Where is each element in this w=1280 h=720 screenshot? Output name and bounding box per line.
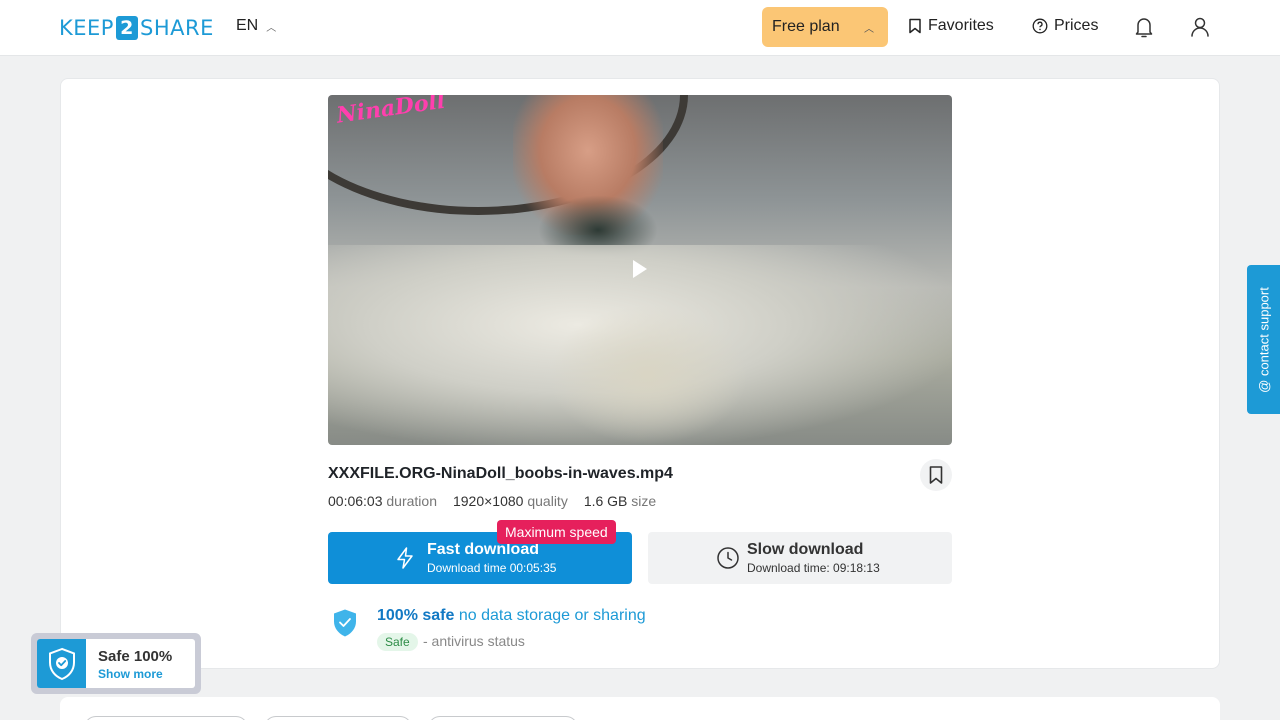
play-icon[interactable] (633, 260, 647, 278)
antivirus-badge: Safe (377, 633, 418, 651)
slow-download-button[interactable]: Slow download Download time: 09:18:13 (648, 532, 952, 584)
contact-support-tab[interactable]: @ contact support (1247, 265, 1280, 414)
duration-meta: 00:06:03 duration (328, 493, 437, 509)
shield-check-icon (37, 639, 86, 688)
video-preview[interactable]: NinaDoll (328, 95, 952, 445)
bookmark-icon (929, 466, 943, 484)
prices-link[interactable]: Prices (1032, 17, 1098, 35)
quality-value: 1920×1080 (452, 493, 524, 509)
quality-label: quality (527, 493, 568, 509)
lightning-icon (397, 547, 413, 569)
max-speed-badge: Maximum speed (497, 520, 616, 544)
antivirus-status: - antivirus status (423, 633, 525, 649)
contact-support-label: @ contact support (1256, 286, 1271, 393)
logo[interactable]: KEEP 2 SHARE (59, 15, 214, 41)
show-more-link[interactable]: Show more (98, 667, 163, 681)
safe-widget-title: Safe 100% (98, 648, 173, 665)
file-meta: 00:06:03 duration 1920×1080 quality 1.6 … (328, 493, 656, 509)
help-circle-icon (1032, 18, 1048, 34)
size-label: size (631, 493, 657, 509)
top-header: KEEP 2 SHARE EN ︿ Free plan ︿ Favorites … (0, 0, 1280, 56)
language-selector[interactable]: EN ︿ (236, 17, 276, 35)
logo-right-text: SHARE (139, 16, 214, 40)
clock-icon (717, 547, 739, 569)
video-scene (548, 305, 748, 445)
safety-title-rest: no data storage or sharing (458, 607, 646, 624)
slow-download-label: Slow download (747, 541, 864, 558)
quality-meta: 1920×1080 quality (453, 493, 568, 509)
logo-number: 2 (115, 16, 138, 40)
tab-pill[interactable] (264, 716, 412, 720)
duration-value: 00:06:03 (328, 493, 383, 509)
duration-label: duration (386, 493, 437, 509)
shield-check-icon (332, 608, 358, 643)
bell-icon (1135, 18, 1153, 38)
account-button[interactable] (1187, 14, 1213, 40)
safety-title: 100% safe no data storage or sharing (377, 607, 646, 625)
favorites-label: Favorites (928, 17, 994, 34)
safety-title-bold: 100% safe (377, 607, 455, 624)
user-icon (1191, 17, 1209, 37)
file-name: XXXFILE.ORG-NinaDoll_boobs-in-waves.mp4 (328, 465, 673, 482)
free-plan-label: Free plan (772, 18, 840, 35)
prices-label: Prices (1054, 17, 1099, 34)
size-value: 1.6 GB (583, 493, 628, 509)
tab-pill[interactable] (428, 716, 578, 720)
safe-widget[interactable]: Safe 100% Show more (31, 633, 201, 694)
logo-left-text: KEEP (59, 16, 114, 40)
size-meta: 1.6 GB size (584, 493, 656, 509)
favorites-link[interactable]: Favorites (908, 17, 994, 35)
chevron-up-icon: ︿ (864, 24, 874, 35)
chevron-up-icon: ︿ (266, 22, 277, 34)
tab-pill[interactable] (84, 716, 248, 720)
notifications-button[interactable] (1131, 14, 1157, 40)
add-favorite-button[interactable] (920, 459, 952, 491)
fast-download-time: Download time 00:05:35 (427, 561, 557, 575)
bookmark-icon (909, 18, 921, 34)
slow-download-time: Download time: 09:18:13 (747, 561, 880, 575)
free-plan-button[interactable]: Free plan ︿ (762, 7, 888, 47)
safe-widget-body: Safe 100% Show more (37, 639, 195, 688)
language-label: EN (236, 17, 259, 34)
